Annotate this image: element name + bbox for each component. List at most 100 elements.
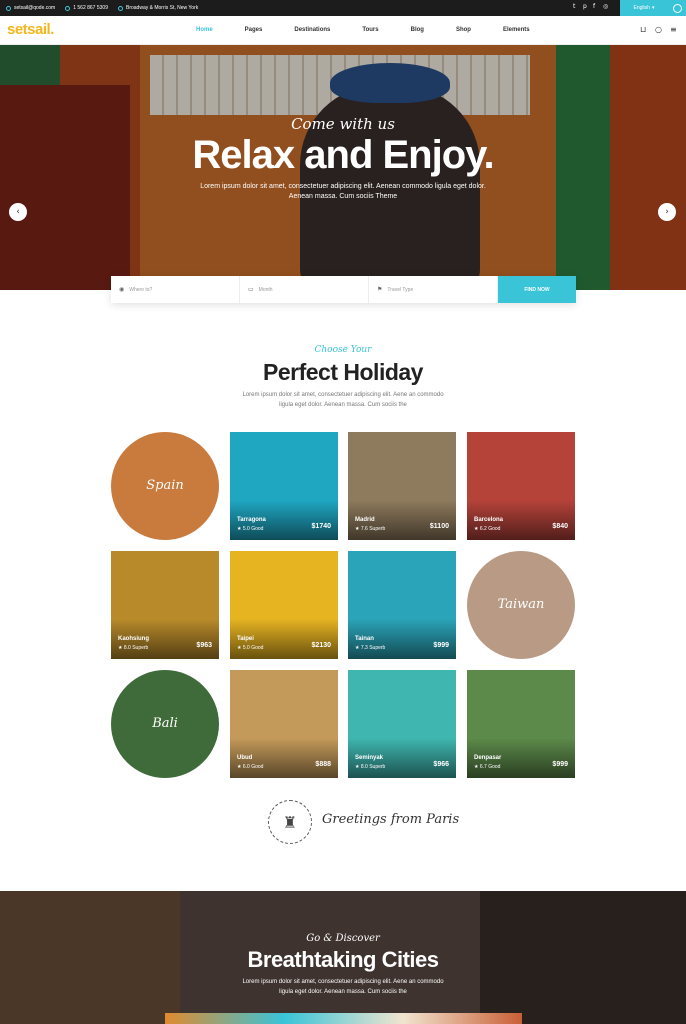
- cities-section: Go & Discover Breathtaking Cities Lorem …: [0, 891, 686, 1024]
- destination-name: Ubud: [237, 755, 253, 761]
- pinterest-icon[interactable]: p: [583, 4, 588, 10]
- rating-text: 6.2 Good: [479, 526, 501, 532]
- destination-card-tarragona[interactable]: Tarragona ★ 5.0 Good $1740: [230, 432, 338, 540]
- eiffel-tower-stamp-icon: ♜: [268, 800, 312, 844]
- nav-item-tours[interactable]: Tours: [362, 27, 378, 33]
- destination-name: Barcelona: [474, 517, 504, 523]
- destination-card-denpasar[interactable]: Denpasar ★ 6.7 Good $999: [467, 670, 575, 778]
- cities-script-text: Go & Discover: [306, 933, 380, 944]
- destination-name: Seminyak: [355, 755, 384, 761]
- destination-name: Kaohsiung: [118, 636, 149, 642]
- site-logo[interactable]: setsail.: [7, 21, 54, 38]
- destination-name: Tarragona: [237, 517, 266, 523]
- destination-card-bali[interactable]: Bali: [111, 670, 219, 778]
- destination-card-barcelona[interactable]: Barcelona ★ 6.2 Good $840: [467, 432, 575, 540]
- destination-rating: ★ 8.0 Superb: [118, 645, 148, 651]
- destination-name: Taiwan: [497, 597, 545, 612]
- nav-item-blog[interactable]: Blog: [411, 27, 424, 33]
- cities-gallery-strip[interactable]: [165, 1013, 522, 1024]
- where-field[interactable]: ◉ Where to?: [111, 276, 240, 303]
- phone-info[interactable]: 1 562 867 5309: [65, 5, 108, 11]
- holiday-title: Perfect Holiday: [263, 359, 423, 385]
- search-icon[interactable]: ○: [655, 26, 663, 34]
- destination-name: Madrid: [355, 517, 375, 523]
- destination-card-madrid[interactable]: Madrid ★ 7.6 Superb $1100: [348, 432, 456, 540]
- location-icon: ◉: [119, 286, 125, 293]
- nav-icons: ⊔ ○ ≡: [640, 26, 678, 34]
- rating-text: 5.0 Good: [242, 645, 264, 651]
- hero-script-text: Come with us: [291, 115, 395, 133]
- rating-text: 8.0 Superb: [123, 645, 149, 651]
- destination-rating: ★ 6.0 Good: [237, 764, 263, 770]
- rating-text: 6.7 Good: [479, 764, 501, 770]
- chevron-right-icon: ›: [665, 207, 669, 217]
- hero-slider: Come with us Relax and Enjoy. Lorem ipsu…: [0, 45, 686, 290]
- destination-card-seminyak[interactable]: Seminyak ★ 8.0 Superb $966: [348, 670, 456, 778]
- main-navigation: setsail. Home Pages Destinations Tours B…: [0, 16, 686, 45]
- destination-rating: ★ 5.0 Good: [237, 645, 263, 651]
- travel-type-placeholder: Travel Type: [387, 286, 414, 293]
- where-placeholder: Where to?: [129, 286, 153, 293]
- destination-card-taiwan[interactable]: Taiwan: [467, 551, 575, 659]
- greeting-banner: ♜ Greetings from Paris: [268, 800, 459, 844]
- destination-price: $963: [196, 642, 212, 649]
- language-label: English: [633, 5, 650, 11]
- language-selector[interactable]: English ▾: [620, 0, 668, 16]
- nav-item-destinations[interactable]: Destinations: [294, 27, 330, 33]
- destination-card-spain[interactable]: Spain: [111, 432, 219, 540]
- cities-description: Lorem ipsum dolor sit amet, consectetuer…: [242, 979, 444, 995]
- month-placeholder: Month: [258, 286, 273, 293]
- destination-price: $1100: [429, 523, 449, 530]
- phone-text: 1 562 867 5309: [73, 5, 108, 11]
- destination-rating: ★ 7.6 Superb: [355, 526, 385, 532]
- holiday-description: Lorem ipsum dolor sit amet, consectetuer…: [242, 392, 444, 408]
- location-icon: [117, 5, 123, 11]
- destination-name: Tainan: [355, 636, 374, 642]
- holiday-script-text: Choose Your: [314, 345, 372, 355]
- chevron-left-icon: ‹: [16, 207, 20, 217]
- flag-icon: ⚑: [377, 286, 383, 293]
- destination-price: $888: [315, 761, 331, 768]
- destination-card-taipei[interactable]: Taipei ★ 5.0 Good $2130: [230, 551, 338, 659]
- destination-price: $840: [552, 523, 568, 530]
- destination-name: Denpasar: [474, 755, 502, 761]
- destination-card-ubud[interactable]: Ubud ★ 6.0 Good $888: [230, 670, 338, 778]
- slider-next-button[interactable]: ›: [658, 203, 676, 221]
- destination-price: $1740: [311, 523, 331, 530]
- phone-icon: [65, 5, 71, 11]
- menu-icon[interactable]: ≡: [670, 26, 678, 34]
- instagram-icon[interactable]: ◎: [603, 4, 608, 10]
- user-account-button[interactable]: [668, 0, 686, 16]
- month-field[interactable]: ▭ Month: [240, 276, 369, 303]
- nav-item-home[interactable]: Home: [196, 27, 213, 33]
- cities-title: Breathtaking Cities: [247, 947, 440, 972]
- destination-card-tainan[interactable]: Tainan ★ 7.3 Superb $999: [348, 551, 456, 659]
- cart-icon[interactable]: ⊔: [640, 26, 648, 34]
- search-form: ◉ Where to? ▭ Month ⚑ Travel Type FIND NOW: [111, 276, 576, 303]
- greeting-text: Greetings from Paris: [322, 812, 460, 827]
- slider-prev-button[interactable]: ‹: [9, 203, 27, 221]
- destination-name: Bali: [152, 716, 178, 731]
- rating-text: 6.0 Good: [242, 764, 264, 770]
- destination-card-kaohsiung[interactable]: Kaohsiung ★ 8.0 Superb $963: [111, 551, 219, 659]
- nav-item-elements[interactable]: Elements: [503, 27, 530, 33]
- chevron-down-icon: ▾: [651, 5, 655, 11]
- hero-title: Relax and Enjoy.: [192, 133, 494, 177]
- destination-name: Spain: [146, 478, 184, 493]
- nav-item-pages[interactable]: Pages: [245, 27, 263, 33]
- mail-icon: [6, 5, 11, 11]
- nav-item-shop[interactable]: Shop: [456, 27, 471, 33]
- destination-rating: ★ 8.0 Superb: [355, 764, 385, 770]
- travel-type-field[interactable]: ⚑ Travel Type: [369, 276, 498, 303]
- social-links: t p f ◎: [573, 4, 608, 10]
- find-now-button[interactable]: FIND NOW: [498, 276, 576, 303]
- rating-text: 8.0 Superb: [360, 764, 386, 770]
- destination-price: $2130: [311, 642, 331, 649]
- twitter-icon[interactable]: t: [573, 4, 578, 10]
- facebook-icon[interactable]: f: [593, 4, 598, 10]
- nav-menu: Home Pages Destinations Tours Blog Shop …: [196, 27, 562, 33]
- address-info: Broadway & Morris St, New York: [117, 5, 198, 11]
- rating-text: 5.0 Good: [242, 526, 264, 532]
- destination-price: $966: [433, 761, 449, 768]
- email-info[interactable]: setsail@qode.com: [6, 5, 55, 11]
